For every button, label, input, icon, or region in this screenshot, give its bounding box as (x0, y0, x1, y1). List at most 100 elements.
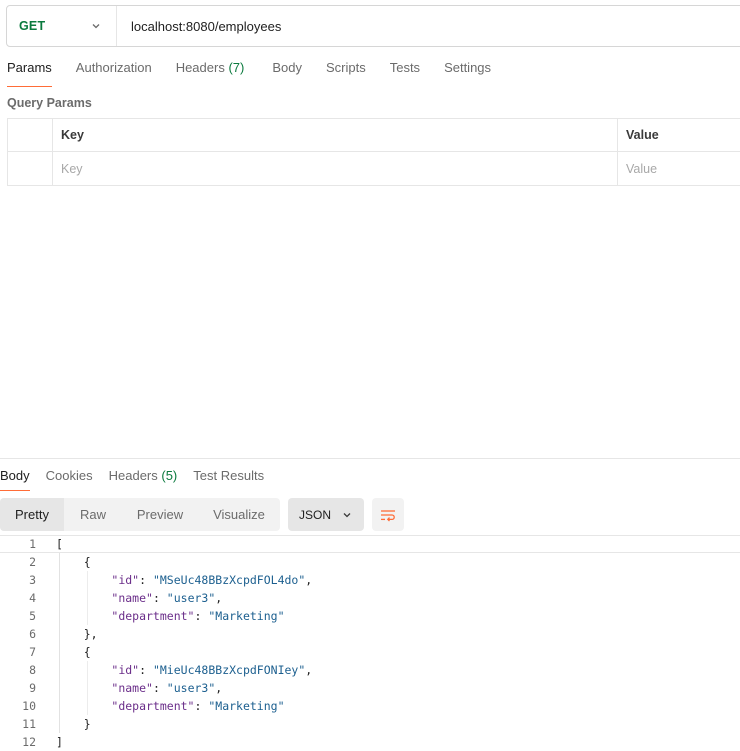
json-key: "name" (111, 681, 153, 695)
response-divider[interactable] (0, 458, 740, 459)
response-tab-headers[interactable]: Headers (5) (109, 468, 178, 490)
indent-guide (59, 607, 60, 625)
format-label: JSON (299, 507, 332, 522)
tab-body[interactable]: Body (272, 60, 302, 86)
indent-guide (87, 607, 88, 625)
code-text: "id": "MieUc48BBzXcpdFONIey", (111, 663, 313, 677)
json-key: "name" (111, 591, 153, 605)
code-text: { (56, 645, 91, 659)
tab-settings[interactable]: Settings (444, 60, 491, 86)
code-text: "name": "user3", (111, 591, 223, 605)
line-number: 9 (29, 681, 36, 695)
indent-guide (87, 679, 88, 697)
indent-guide (59, 661, 60, 679)
table-row: Key Value (8, 152, 740, 185)
view-pretty-button[interactable]: Pretty (0, 498, 64, 531)
query-params-title: Query Params (7, 96, 92, 110)
query-params-table: Key Value Key Value (7, 118, 740, 186)
method-selector[interactable]: GET (7, 6, 117, 46)
code-line: 3 "id": "MSeUc48BBzXcpdFOL4do", (0, 571, 740, 589)
value-input[interactable]: Value (618, 152, 740, 185)
line-number: 4 (29, 591, 36, 605)
json-key: "id" (111, 573, 140, 587)
checkbox-column (8, 119, 53, 151)
code-line: 6 }, (0, 625, 740, 643)
json-value: "MieUc48BBzXcpdFONIey" (152, 663, 306, 677)
line-number: 1 (29, 537, 36, 551)
json-key: "id" (111, 663, 140, 677)
json-value: "MSeUc48BBzXcpdFOL4do" (152, 573, 306, 587)
json-value: "user3" (166, 681, 216, 695)
code-text: "department": "Marketing" (111, 609, 285, 623)
json-key: "department" (111, 699, 195, 713)
indent-guide (59, 553, 60, 571)
line-number: 2 (29, 555, 36, 569)
method-label: GET (19, 19, 46, 33)
table-header-row: Key Value (8, 119, 740, 152)
indent-guide (87, 571, 88, 589)
code-line: 8 "id": "MieUc48BBzXcpdFONIey", (0, 661, 740, 679)
code-line: 12 ] (0, 733, 740, 751)
code-text: "id": "MSeUc48BBzXcpdFOL4do", (111, 573, 313, 587)
response-body-code[interactable]: 1 [ 2 { 3 "id": "MSeUc48BBzXcpdFOL4do", … (0, 535, 740, 751)
code-line: 2 { (0, 553, 740, 571)
tab-headers[interactable]: Headers (7) (176, 60, 245, 86)
code-line: 4 "name": "user3", (0, 589, 740, 607)
chevron-down-icon (343, 513, 351, 518)
line-number: 12 (22, 735, 36, 749)
indent-guide (59, 679, 60, 697)
indent-guide (59, 715, 60, 733)
code-text: "department": "Marketing" (111, 699, 285, 713)
line-number: 5 (29, 609, 36, 623)
request-url-bar: GET (6, 5, 740, 47)
indent-guide (59, 571, 60, 589)
tab-params[interactable]: Params (7, 60, 52, 87)
tab-tests[interactable]: Tests (390, 60, 420, 86)
code-line: 7 { (0, 643, 740, 661)
view-preview-button[interactable]: Preview (122, 498, 198, 531)
response-tab-cookies[interactable]: Cookies (46, 468, 93, 490)
wrap-lines-icon (381, 509, 395, 521)
tab-authorization[interactable]: Authorization (76, 60, 152, 86)
line-number: 10 (22, 699, 36, 713)
line-number: 11 (22, 717, 36, 731)
view-visualize-button[interactable]: Visualize (198, 498, 280, 531)
line-number: 3 (29, 573, 36, 587)
key-column-header: Key (53, 119, 618, 151)
code-text: } (56, 717, 91, 731)
code-line: 10 "department": "Marketing" (0, 697, 740, 715)
indent-guide (59, 625, 60, 643)
indent-guide (59, 643, 60, 661)
code-text: }, (56, 627, 98, 641)
response-tab-test-results[interactable]: Test Results (193, 468, 264, 490)
view-mode-group: Pretty Raw Preview Visualize (0, 498, 280, 531)
wrap-lines-button[interactable] (372, 498, 404, 531)
json-key: "department" (111, 609, 195, 623)
code-text: { (56, 555, 91, 569)
indent-guide (59, 589, 60, 607)
json-value: "user3" (166, 591, 216, 605)
chevron-down-icon (92, 24, 100, 29)
request-tabs: Params Authorization Headers (7) Body Sc… (0, 60, 491, 87)
indent-guide (59, 697, 60, 715)
response-view-bar: Pretty Raw Preview Visualize JSON (0, 498, 404, 531)
indent-guide (87, 589, 88, 607)
response-tabs: Body Cookies Headers (5) Test Results (0, 468, 264, 491)
line-number: 7 (29, 645, 36, 659)
indent-guide (87, 697, 88, 715)
view-raw-button[interactable]: Raw (64, 498, 122, 531)
response-tab-body[interactable]: Body (0, 468, 30, 491)
key-input[interactable]: Key (53, 152, 618, 185)
response-headers-count: (5) (161, 468, 178, 483)
line-number: 8 (29, 663, 36, 677)
json-value: "Marketing" (208, 699, 285, 713)
headers-count: (7) (228, 60, 245, 75)
code-text: "name": "user3", (111, 681, 223, 695)
tab-scripts[interactable]: Scripts (326, 60, 366, 86)
json-value: "Marketing" (208, 609, 285, 623)
code-line: 1 [ (0, 535, 740, 553)
row-checkbox[interactable] (8, 152, 53, 185)
code-text: ] (56, 735, 63, 749)
format-selector[interactable]: JSON (288, 498, 364, 531)
url-input[interactable] (117, 6, 740, 46)
